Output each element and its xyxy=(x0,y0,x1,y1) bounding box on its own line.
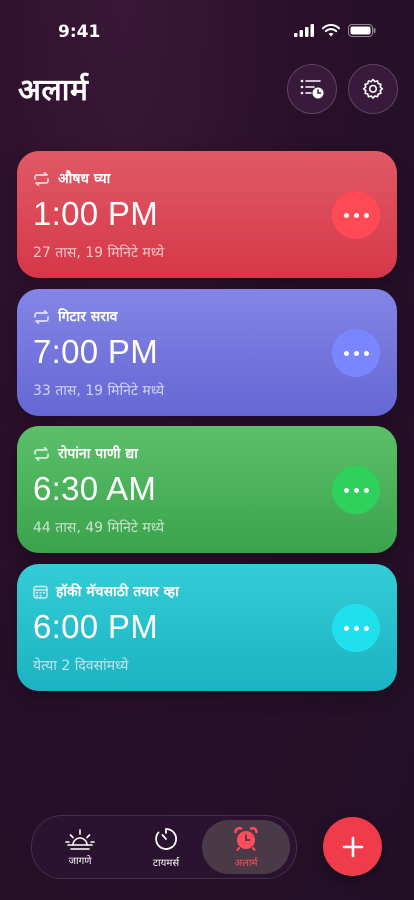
calendar-icon xyxy=(33,585,48,599)
sort-list-button[interactable] xyxy=(287,64,337,114)
alarm-remaining: 44 तास, 49 मिनिटे मध्ये xyxy=(33,520,165,536)
tab-label: टायमर्स xyxy=(152,857,180,869)
settings-button[interactable] xyxy=(348,64,398,114)
alarm-card[interactable]: रोपांना पाणी द्या 6:30 AM 44 तास, 49 मिन… xyxy=(17,426,397,553)
status-icons xyxy=(294,24,376,37)
ellipsis-icon xyxy=(343,212,349,218)
repeat-icon xyxy=(34,171,49,186)
more-options-button[interactable] xyxy=(332,329,380,377)
wifi-icon xyxy=(322,24,340,37)
sunrise-icon xyxy=(65,828,95,850)
tab-timers[interactable]: टायमर्स xyxy=(122,820,210,874)
battery-icon xyxy=(348,24,376,37)
gear-icon xyxy=(362,78,384,99)
ellipsis-icon xyxy=(343,350,349,356)
alarm-time: 1:00 PM xyxy=(33,195,158,232)
add-alarm-button[interactable] xyxy=(323,817,382,876)
signal-icon xyxy=(294,24,314,37)
alarm-remaining: 33 तास, 19 मिनिटे मध्ये xyxy=(33,383,165,399)
alarm-label: रोपांना पाणी द्या xyxy=(58,446,138,462)
ellipsis-icon xyxy=(343,487,349,493)
list-clock-icon xyxy=(300,79,324,99)
alarm-remaining: येत्या 2 दिवसांमध्ये xyxy=(33,658,129,674)
repeat-icon xyxy=(34,309,49,324)
alarm-label: औषध घ्या xyxy=(58,171,111,187)
alarm-card[interactable]: हॉकी मॅचसाठी तयार व्हा 6:00 PM येत्या 2 … xyxy=(17,564,397,691)
plus-icon xyxy=(342,836,363,857)
alarm-clock-icon xyxy=(234,826,258,851)
tab-label: अलार्म xyxy=(234,857,258,869)
more-options-button[interactable] xyxy=(332,466,380,514)
status-time: 9:41 xyxy=(58,22,101,42)
alarm-time: 7:00 PM xyxy=(33,333,158,370)
tab-alarm[interactable]: अलार्म xyxy=(202,820,290,874)
alarm-time: 6:30 AM xyxy=(33,470,157,507)
alarm-card[interactable]: औषध घ्या 1:00 PM 27 तास, 19 मिनिटे मध्ये xyxy=(17,151,397,278)
tab-bar: जागणे टायमर्स अलार्म xyxy=(31,815,297,879)
tab-label: जागणे xyxy=(68,855,92,867)
tab-wake[interactable]: जागणे xyxy=(36,820,124,874)
ellipsis-icon xyxy=(343,625,349,631)
page-title: अलार्म xyxy=(18,73,89,108)
alarm-label: गिटार सराव xyxy=(58,309,118,325)
alarm-label: हॉकी मॅचसाठी तयार व्हा xyxy=(56,584,179,600)
status-bar: 9:41 xyxy=(0,0,414,60)
alarm-card[interactable]: गिटार सराव 7:00 PM 33 तास, 19 मिनिटे मध्… xyxy=(17,289,397,416)
alarm-remaining: 27 तास, 19 मिनिटे मध्ये xyxy=(33,245,165,261)
more-options-button[interactable] xyxy=(332,604,380,652)
timer-icon xyxy=(155,827,177,850)
repeat-icon xyxy=(34,446,49,461)
alarm-time: 6:00 PM xyxy=(33,608,158,645)
more-options-button[interactable] xyxy=(332,191,380,239)
